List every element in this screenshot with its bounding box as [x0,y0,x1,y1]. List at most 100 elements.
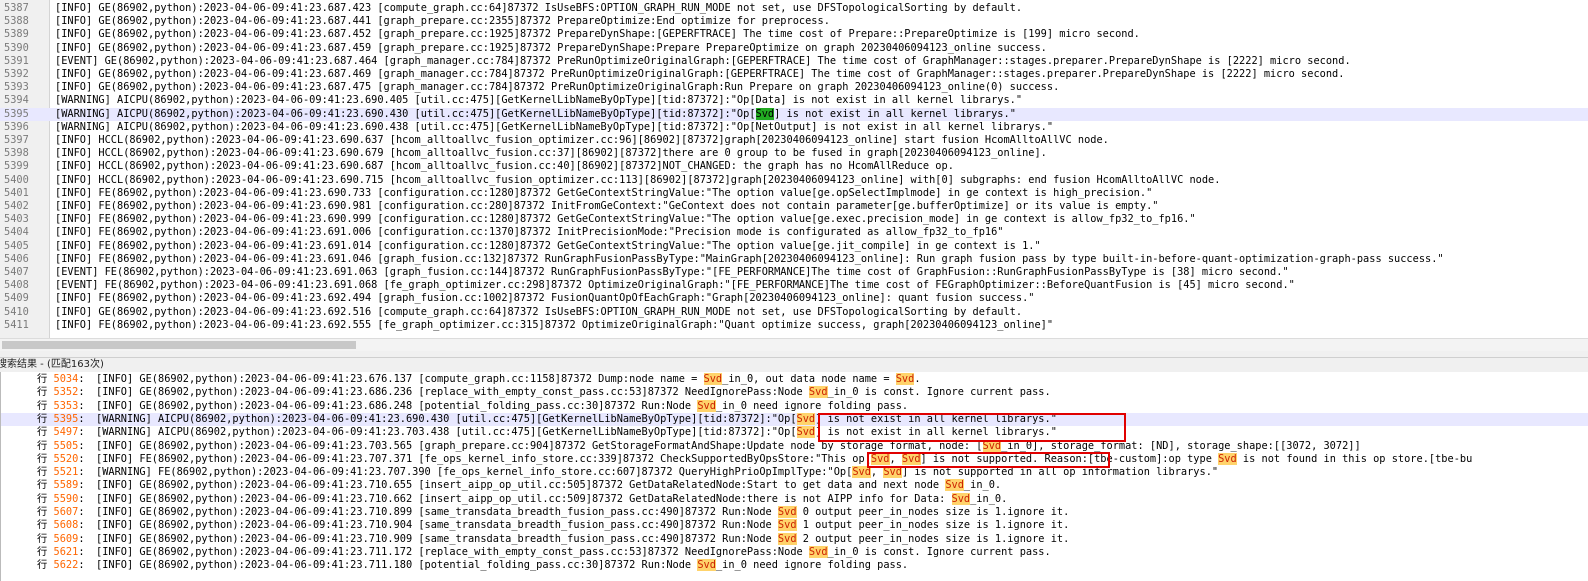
search-result-row[interactable]: 行 5608: [INFO] GE(86902,python):2023-04-0… [1,519,1588,532]
result-text-segment: _in_0, out data node name = [722,373,896,385]
result-line-prefix: 行 5034: [37,373,85,385]
line-number: 5407 [4,266,29,278]
editor-line[interactable]: 5387 [INFO] GE(86902,python):2023-04-06-0… [0,2,1588,15]
line-number: 5398 [4,147,29,160]
result-line-number: 5520 [53,452,79,465]
editor-line[interactable]: 5405 [INFO] FE(86902,python):2023-04-06-0… [0,240,1588,253]
editor-line[interactable]: 5392 [INFO] GE(86902,python):2023-04-06-0… [0,68,1588,81]
line-text-segment: [INFO] GE(86902,python):2023-04-06-09:41… [55,15,830,28]
search-result-row[interactable]: 行 5607: [INFO] GE(86902,python):2023-04-0… [1,506,1588,519]
search-result-row[interactable]: 行 5621: [INFO] GE(86902,python):2023-04-0… [1,545,1588,559]
line-text-segment: [INFO] HCCL(86902,python):2023-04-06-09:… [55,147,1047,160]
search-result-row[interactable]: 行 5353: [INFO] GE(86902,python):2023-04-0… [1,399,1588,413]
search-result-row[interactable]: 行 5352: [INFO] GE(86902,python):2023-04-0… [1,386,1588,399]
editor-line[interactable]: 5391 [EVENT] GE(86902,python):2023-04-06-… [0,55,1588,68]
search-results-pane[interactable]: 行 5622: [INFO] GE(86902,python):2023-04-0… [0,372,1588,581]
match-highlight: Svd [777,532,797,545]
result-line-prefix: 行 5520: [37,452,85,465]
editor-line[interactable]: 5393 [INFO] GE(86902,python):2023-04-06-0… [0,81,1588,94]
editor-line[interactable]: 5396 [WARNING] AICPU(86902,python):2023-0… [0,121,1588,134]
result-text: [INFO] GE(86902,python):2023-04-06-09:41… [96,399,908,413]
result-line-prefix: 行 5607: [37,506,85,518]
line-text: [INFO] FE(86902,python):2023-04-06-09:41… [55,240,1041,253]
line-text: [WARNING] AICPU(86902,python):2023-04-06… [55,107,1016,121]
editor-line[interactable]: 5400 [INFO] HCCL(86902,python):2023-04-06… [0,174,1588,187]
editor-pane[interactable]: 5387 [INFO] GE(86902,python):2023-04-06-0… [0,0,1588,338]
line-text-segment: [WARNING] AICPU(86902,python):2023-04-06… [55,107,756,120]
editor-line[interactable]: 5395 [WARNING] AICPU(86902,python):2023-0… [0,107,1588,121]
editor-line[interactable]: 5389 [INFO] GE(86902,python):2023-04-06-0… [0,28,1588,41]
result-line-number: 5497 [53,426,79,439]
line-text-segment: [INFO] GE(86902,python):2023-04-06-09:41… [55,305,1023,318]
result-text: [INFO] GE(86902,python):2023-04-06-09:41… [96,479,1001,492]
search-result-row[interactable]: 行 5497: [WARNING] AICPU(86902,python):202… [1,426,1588,439]
search-result-row[interactable]: 行 5520: [INFO] FE(86902,python):2023-04-0… [1,452,1588,466]
line-text: [INFO] HCCL(86902,python):2023-04-06-09:… [55,160,954,173]
line-text-segment: [EVENT] GE(86902,python):2023-04-06-09:4… [55,54,1351,67]
search-result-row[interactable]: 行 5034: [INFO] GE(86902,python):2023-04-0… [1,373,1588,386]
line-text-segment: [INFO] FE(86902,python):2023-04-06-09:41… [55,213,1196,226]
editor-line[interactable]: 5409 [INFO] FE(86902,python):2023-04-06-0… [0,292,1588,305]
editor-line[interactable]: 5403 [INFO] FE(86902,python):2023-04-06-0… [0,213,1588,226]
editor-line[interactable]: 5394 [WARNING] AICPU(86902,python):2023-0… [0,94,1588,107]
line-number: 5410 [4,305,29,318]
result-text: [INFO] GE(86902,python):2023-04-06-09:41… [96,439,1361,453]
editor-line[interactable]: 5390 [INFO] GE(86902,python):2023-04-06-0… [0,42,1588,55]
match-highlight: Svd [703,373,723,385]
line-text: [INFO] FE(86902,python):2023-04-06-09:41… [55,292,1034,305]
line-number: 5400 [4,173,29,186]
editor-line[interactable]: 5410 [INFO] GE(86902,python):2023-04-06-0… [0,306,1588,319]
result-row-label: 行 [37,545,48,558]
editor-line[interactable]: 5406 [INFO] FE(86902,python):2023-04-06-0… [0,253,1588,266]
horizontal-scrollbar[interactable] [0,338,1588,351]
editor-line[interactable]: 5404 [INFO] FE(86902,python):2023-04-06-0… [0,226,1588,239]
line-text: [EVENT] GE(86902,python):2023-04-06-09:4… [55,55,1351,68]
match-highlight: Svd [1218,452,1237,465]
line-text: [EVENT] FE(86902,python):2023-04-06-09:4… [55,279,1295,292]
search-result-row[interactable]: 行 5395: [WARNING] AICPU(86902,python):202… [1,412,1588,427]
line-text-segment: [EVENT] FE(86902,python):2023-04-06-09:4… [55,279,1295,292]
editor-line[interactable]: 5401 [INFO] FE(86902,python):2023-04-06-0… [0,187,1588,200]
line-text: [EVENT] FE(86902,python):2023-04-06-09:4… [55,266,1289,279]
match-highlight: Svd [755,107,775,120]
line-text: [INFO] GE(86902,python):2023-04-06-09:41… [55,42,1047,55]
line-text: [INFO] FE(86902,python):2023-04-06-09:41… [55,200,1158,213]
editor-line[interactable]: 5402 [INFO] FE(86902,python):2023-04-06-0… [0,200,1588,213]
line-number: 5404 [4,226,29,239]
search-result-row[interactable]: 行 5505: [INFO] GE(86902,python):2023-04-0… [1,439,1588,453]
editor-line[interactable]: 5398 [INFO] HCCL(86902,python):2023-04-06… [0,147,1588,160]
match-highlight: Svd [777,519,797,532]
editor-line[interactable]: 5397 [INFO] HCCL(86902,python):2023-04-06… [0,134,1588,147]
line-number: 5392 [4,68,29,80]
search-results-title: 搜索结果 - (匹配163次) [0,359,104,370]
search-result-row[interactable]: 行 5590: [INFO] GE(86902,python):2023-04-0… [1,492,1588,506]
match-highlight: Svd [697,559,716,572]
line-text-segment: [INFO] FE(86902,python):2023-04-06-09:41… [55,200,1159,212]
search-result-row[interactable]: 行 5609: [INFO] GE(86902,python):2023-04-0… [1,532,1588,546]
scrollbar-thumb[interactable] [2,341,356,349]
result-text-segment: [INFO] GE(86902,python):2023-04-06-09:41… [96,506,778,518]
editor-line[interactable]: 5399 [INFO] HCCL(86902,python):2023-04-06… [0,160,1588,173]
line-number: 5390 [4,41,29,54]
editor-line[interactable]: 5407 [EVENT] FE(86902,python):2023-04-06-… [0,266,1588,279]
result-line-number: 5622 [53,559,79,572]
editor-line[interactable]: 5411 [INFO] FE(86902,python):2023-04-06-0… [0,319,1588,332]
result-text: [INFO] GE(86902,python):2023-04-06-09:41… [96,519,1069,532]
result-line-prefix: 行 5621: [37,545,85,558]
line-text: [INFO] FE(86902,python):2023-04-06-09:41… [55,187,1152,200]
result-text-segment: . [914,373,921,385]
line-number: 5396 [4,120,29,133]
result-text-segment: [INFO] GE(86902,python):2023-04-06-09:41… [96,386,809,399]
result-text-segment: _in_0 need ignore folding pass. [715,559,909,572]
search-result-row[interactable]: 行 5521: [WARNING] FE(86902,python):2023-0… [1,466,1588,479]
result-row-label: 行 [37,426,48,439]
result-line-prefix: 行 5395: [37,412,85,425]
result-text: [INFO] GE(86902,python):2023-04-06-09:41… [96,386,1051,399]
result-line-number: 5352 [53,386,79,399]
search-result-row[interactable]: 行 5622: [INFO] GE(86902,python):2023-04-0… [1,559,1588,572]
line-text-segment: [INFO] GE(86902,python):2023-04-06-09:41… [55,41,1047,54]
editor-line[interactable]: 5388 [INFO] GE(86902,python):2023-04-06-0… [0,15,1588,28]
search-result-row[interactable]: 行 5589: [INFO] GE(86902,python):2023-04-0… [1,479,1588,492]
result-line-number: 5609 [53,532,79,545]
editor-line[interactable]: 5408 [EVENT] FE(86902,python):2023-04-06-… [0,279,1588,292]
